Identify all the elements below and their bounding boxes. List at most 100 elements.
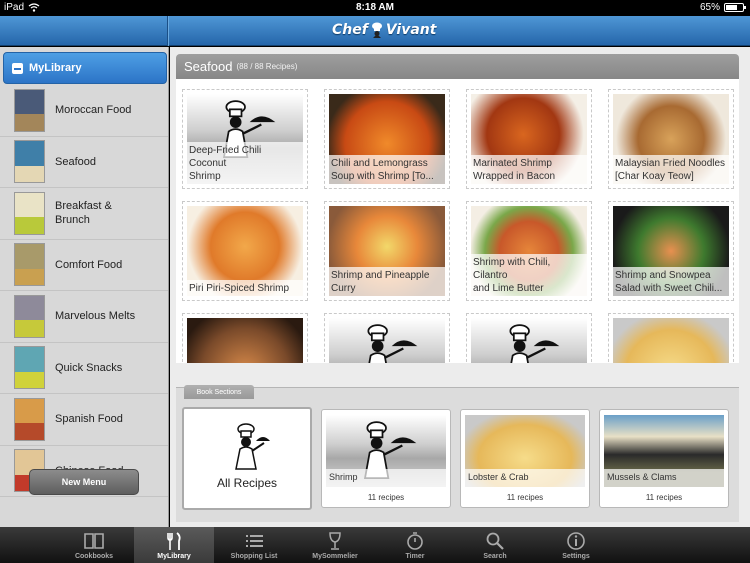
recipe-card[interactable]: Shrimp and Pineapple Curry (324, 201, 450, 301)
info-icon (536, 531, 616, 551)
section-header: Seafood (88 / 88 Recipes) (176, 54, 739, 79)
cookbook-item[interactable]: Seafood (0, 137, 168, 188)
wine-glass-icon (295, 531, 375, 551)
recipe-card[interactable] (466, 313, 592, 363)
tab-label: Timer (405, 553, 425, 560)
section-count: 11 recipes (506, 493, 544, 502)
cookbook-cover (14, 191, 45, 235)
cookbook-item[interactable]: Comfort Food (0, 240, 168, 291)
book-section-card[interactable]: Mussels & Clams 11 recipes (599, 409, 729, 508)
section-name: Mussels & Clams (604, 469, 724, 487)
tab-settings[interactable]: Settings (536, 527, 616, 563)
recipe-title: Shrimp and Snowpea Salad with Sweet Chili… (613, 267, 729, 296)
recipe-card[interactable]: Malaysian Fried Noodles [Char Koay Teow] (608, 89, 734, 189)
cookbook-title: Quick Snacks (55, 361, 123, 374)
cookbook-title: Breakfast & Brunch (55, 200, 112, 227)
book-icon (54, 531, 134, 551)
battery-percent: 65% (699, 2, 720, 13)
recipe-title: Shrimp and Pineapple Curry (329, 267, 445, 296)
recipe-title: Malaysian Fried Noodles [Char Koay Teow] (613, 155, 729, 184)
tab-timer[interactable]: Timer (375, 527, 455, 563)
recipe-image (329, 318, 445, 363)
tab-mylibrary[interactable]: MyLibrary (134, 527, 214, 563)
recipe-card[interactable]: Marinated Shrimp Wrapped in Bacon (466, 89, 592, 189)
fork-knife-icon (134, 531, 214, 551)
recipe-card[interactable]: Deep-Fried Chili Coconut Shrimp (182, 89, 308, 189)
cookbook-item[interactable]: Spanish Food (0, 394, 168, 446)
tab-label: Settings (562, 553, 590, 560)
cookbook-title: Spanish Food (55, 413, 123, 426)
section-name: Shrimp (326, 469, 446, 487)
status-time: 8:18 AM (356, 2, 394, 13)
main-content: Seafood (88 / 88 Recipes) Deep-Fried Chi… (170, 47, 750, 527)
recipe-image (187, 318, 303, 363)
recipe-image (471, 318, 587, 363)
cookbook-item[interactable]: Quick Snacks (0, 343, 168, 394)
recipe-title: Marinated Shrimp Wrapped in Bacon (471, 155, 587, 184)
cookbook-cover (14, 346, 45, 390)
recipe-title: Deep-Fried Chili Coconut Shrimp (187, 142, 303, 184)
mylibrary-header[interactable]: MyLibrary (3, 52, 167, 84)
cookbook-cover (14, 397, 45, 441)
recipe-card[interactable]: Shrimp and Snowpea Salad with Sweet Chili… (608, 201, 734, 301)
chef-hat-icon (371, 22, 382, 38)
tab-label: MyLibrary (157, 553, 191, 560)
tab-bar: Cookbooks MyLibrary Shopping List MySommeli… (0, 527, 750, 563)
tab-label: Shopping List (230, 553, 278, 560)
recipe-image (613, 318, 729, 363)
cookbook-title: Comfort Food (55, 258, 123, 271)
collapse-icon[interactable] (12, 62, 23, 74)
recipe-card[interactable] (324, 313, 450, 363)
recipe-title: Chili and Lemongrass Soup with Shrimp [To… (329, 155, 445, 184)
tab-label: Cookbooks (74, 553, 114, 560)
search-icon (455, 531, 535, 551)
chef-icon (367, 324, 418, 363)
nav-bar: Chef Vivant (0, 16, 750, 46)
section-count: 11 recipes (367, 493, 405, 502)
all-recipes-card[interactable]: All Recipes (182, 407, 312, 510)
cookbook-title: Moroccan Food (55, 104, 132, 117)
recipe-card[interactable]: Chili and Lemongrass Soup with Shrimp [To… (324, 89, 450, 189)
recipe-title: Piri Piri-Spiced Shrimp (187, 280, 303, 296)
cookbook-cover (14, 140, 45, 184)
sidebar: MyLibrary Moroccan Food Seafood Breakfas… (0, 47, 169, 527)
new-menu-button[interactable]: New Menu (29, 469, 139, 495)
book-section-card[interactable]: Shrimp 11 recipes (321, 409, 451, 508)
tab-label: Search (483, 553, 507, 560)
tab-mysommelier[interactable]: MySommelier (295, 527, 375, 563)
cookbook-item[interactable]: Moroccan Food (0, 85, 168, 137)
chef-icon (509, 324, 560, 363)
list-icon (214, 531, 294, 551)
cookbook-list: Moroccan Food Seafood Breakfast & Brunch … (0, 85, 168, 497)
section-name: Lobster & Crab (465, 469, 585, 487)
recipe-count: (88 / 88 Recipes) (236, 62, 298, 71)
cookbook-item[interactable]: Breakfast & Brunch (0, 188, 168, 240)
recipe-grid[interactable]: Deep-Fried Chili Coconut Shrimp Chili and … (176, 79, 739, 363)
cookbook-title: Marvelous Melts (55, 310, 136, 323)
recipe-card[interactable]: Piri Piri-Spiced Shrimp (182, 201, 308, 301)
recipe-card[interactable] (608, 313, 734, 363)
chef-icon (235, 423, 270, 470)
all-recipes-label: All Recipes (216, 476, 278, 490)
tab-search[interactable]: Search (455, 527, 535, 563)
recipe-card[interactable] (182, 313, 308, 363)
mylibrary-header-label: MyLibrary (29, 62, 82, 74)
section-count: 11 recipes (645, 493, 683, 502)
tab-label: MySommelier (312, 553, 358, 560)
cookbook-cover (14, 294, 45, 338)
battery-icon (724, 3, 746, 12)
recipe-title: Shrimp with Chili, Cilantro and Lime Butt… (471, 254, 587, 296)
cookbook-cover (14, 243, 45, 287)
app-logo: Chef Vivant (332, 22, 437, 38)
recipe-card[interactable]: Shrimp with Chili, Cilantro and Lime Butt… (466, 201, 592, 301)
cookbook-title: Seafood (55, 155, 96, 168)
tab-shopping-list[interactable]: Shopping List (214, 527, 294, 563)
stopwatch-icon (375, 531, 455, 551)
cookbook-item[interactable]: Marvelous Melts (0, 291, 168, 343)
book-section-card[interactable]: Lobster & Crab 11 recipes (460, 409, 590, 508)
section-title: Seafood (184, 59, 233, 74)
status-bar: iPad 8:18 AM 65% (0, 0, 750, 16)
tab-cookbooks[interactable]: Cookbooks (54, 527, 134, 563)
book-sections-tab: Book Sections (184, 385, 254, 399)
cookbook-cover (14, 88, 45, 132)
